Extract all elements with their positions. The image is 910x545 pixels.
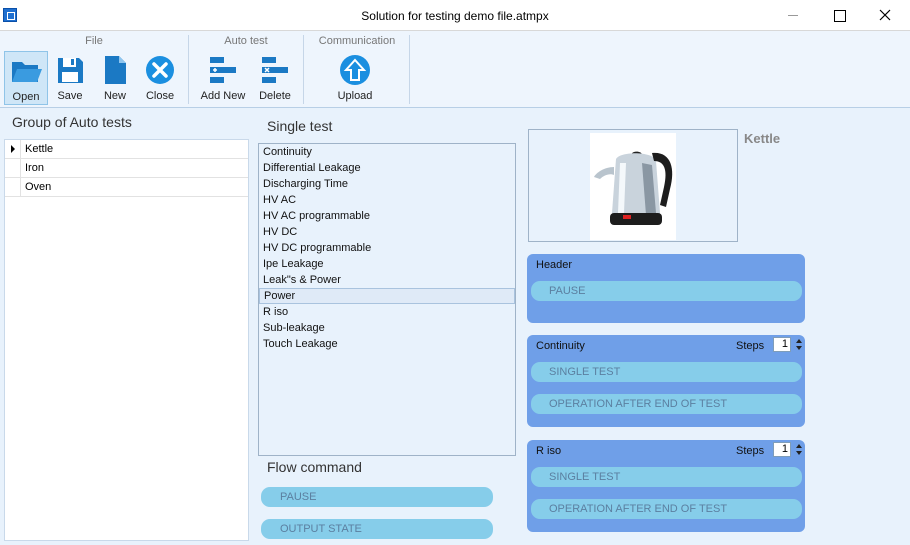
- list-item[interactable]: Kettle: [5, 140, 248, 159]
- group-label-file: File: [85, 35, 103, 47]
- row-selector-arrow-icon: [5, 140, 21, 158]
- group-label-auto-test: Auto test: [224, 35, 268, 47]
- list-item[interactable]: Ipe Leakage: [259, 256, 515, 272]
- new-document-icon: [105, 56, 126, 84]
- continuity-operation-step[interactable]: OPERATION AFTER END OF TEST: [531, 394, 802, 414]
- open-button[interactable]: Open: [4, 51, 48, 105]
- continuity-single-test-step[interactable]: SINGLE TEST: [531, 362, 802, 382]
- auto-test-group-list: Kettle Iron Oven: [4, 139, 249, 541]
- flow-pause-button[interactable]: PAUSE: [261, 487, 493, 507]
- card-title: Header: [536, 259, 573, 271]
- list-item[interactable]: Discharging Time: [259, 176, 515, 192]
- card-title: R iso: [536, 445, 562, 457]
- folder-open-icon: [12, 62, 42, 82]
- single-test-title: Single test: [267, 118, 333, 134]
- delete-button[interactable]: Delete: [253, 51, 297, 105]
- close-button[interactable]: Close: [138, 51, 182, 105]
- save-button[interactable]: Save: [48, 51, 92, 105]
- product-image-frame: [528, 129, 738, 242]
- delete-sequence-icon: [262, 57, 288, 83]
- steps-value[interactable]: 1: [773, 442, 791, 457]
- add-sequence-icon: [210, 57, 236, 83]
- steps-label: Steps: [736, 445, 765, 457]
- stepper-down-icon[interactable]: [796, 451, 802, 455]
- open-label: Open: [12, 91, 40, 103]
- kettle-icon: [594, 151, 673, 225]
- single-test-list: Continuity Differential Leakage Discharg…: [258, 143, 516, 456]
- stepper-down-icon[interactable]: [796, 346, 802, 350]
- stepper-up-icon[interactable]: [796, 339, 802, 343]
- list-item-selected[interactable]: Power: [259, 288, 515, 304]
- list-item[interactable]: HV DC programmable: [259, 240, 515, 256]
- title-bar: Solution for testing demo file.atmpx: [0, 0, 910, 31]
- steps-stepper[interactable]: 1: [773, 337, 804, 353]
- list-item[interactable]: Continuity: [259, 144, 515, 160]
- flow-output-state-button[interactable]: OUTPUT STATE: [261, 519, 493, 539]
- upload-label: Upload: [337, 90, 373, 102]
- group-label-communication: Communication: [318, 35, 396, 47]
- floppy-disk-icon: [58, 58, 83, 83]
- list-item[interactable]: Differential Leakage: [259, 160, 515, 176]
- stepper-up-icon[interactable]: [796, 444, 802, 448]
- product-name: Kettle: [744, 131, 781, 146]
- list-item[interactable]: Iron: [5, 159, 248, 178]
- steps-value[interactable]: 1: [773, 337, 791, 352]
- close-label: Close: [145, 90, 175, 102]
- row-selector: [5, 178, 21, 196]
- add-new-label: Add New: [200, 90, 246, 102]
- ribbon-separator: [409, 35, 410, 104]
- new-label: New: [103, 90, 126, 102]
- steps-label: Steps: [736, 340, 765, 352]
- list-item[interactable]: HV AC programmable: [259, 208, 515, 224]
- flow-command-title: Flow command: [267, 459, 362, 475]
- continuity-card: Continuity Steps 1 SINGLE TEST OPERATION…: [527, 335, 805, 427]
- list-item[interactable]: Touch Leakage: [259, 336, 515, 352]
- list-item[interactable]: Leak"s & Power: [259, 272, 515, 288]
- list-item[interactable]: R iso: [259, 304, 515, 320]
- list-item[interactable]: Sub-leakage: [259, 320, 515, 336]
- new-button[interactable]: New: [93, 51, 137, 105]
- riso-card: R iso Steps 1 SINGLE TEST OPERATION AFTE…: [527, 440, 805, 532]
- header-card: Header PAUSE: [527, 254, 805, 323]
- card-title: Continuity: [536, 340, 585, 352]
- riso-operation-step[interactable]: OPERATION AFTER END OF TEST: [531, 499, 802, 519]
- row-selector: [5, 159, 21, 177]
- minimize-button[interactable]: [770, 0, 816, 31]
- upload-arrow-icon: [340, 55, 370, 85]
- add-new-button[interactable]: Add New: [197, 51, 249, 105]
- product-image: [590, 133, 676, 240]
- save-label: Save: [57, 90, 83, 102]
- maximize-button[interactable]: [816, 0, 862, 31]
- list-item[interactable]: Oven: [5, 178, 248, 197]
- ribbon-separator: [303, 35, 304, 104]
- list-item[interactable]: HV AC: [259, 192, 515, 208]
- close-window-button[interactable]: [862, 0, 908, 31]
- header-pause-step[interactable]: PAUSE: [531, 281, 802, 301]
- ribbon-separator: [188, 35, 189, 104]
- ribbon-toolbar: File Auto test Communication Open Save N…: [0, 31, 910, 108]
- steps-stepper[interactable]: 1: [773, 442, 804, 458]
- delete-label: Delete: [259, 90, 291, 102]
- close-circle-icon: [146, 56, 174, 84]
- group-panel-title: Group of Auto tests: [12, 114, 132, 130]
- close-icon: [879, 9, 891, 21]
- riso-single-test-step[interactable]: SINGLE TEST: [531, 467, 802, 487]
- upload-button[interactable]: Upload: [333, 51, 377, 105]
- list-item[interactable]: HV DC: [259, 224, 515, 240]
